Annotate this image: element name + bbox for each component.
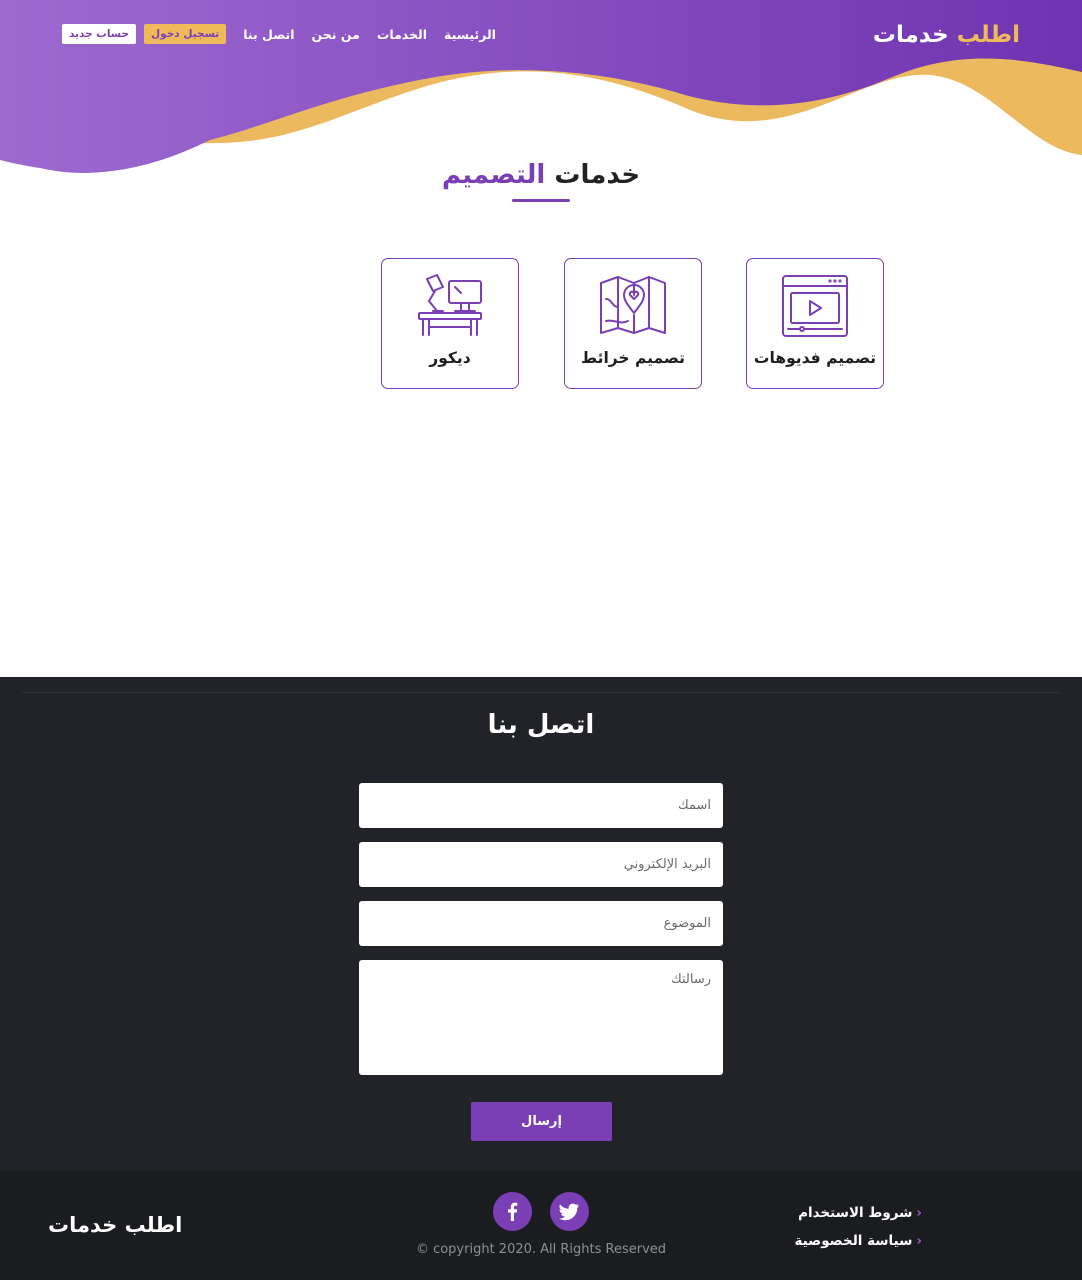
chevron-left-icon: ‹ (916, 1233, 922, 1249)
nav-link-services[interactable]: الخدمات (377, 27, 427, 42)
service-card-label: تصميم خرائط (581, 349, 685, 367)
nav-link-about[interactable]: من نحن (312, 27, 360, 42)
service-card-maps[interactable]: تصميم خرائط (564, 258, 702, 389)
footer-link-label: سياسة الخصوصية (794, 1233, 913, 1249)
register-button[interactable]: حساب جديد (62, 24, 137, 44)
twitter-button[interactable] (550, 1192, 589, 1231)
footer-link-privacy[interactable]: ‹سياسة الخصوصية (794, 1227, 922, 1255)
chevron-left-icon: ‹ (916, 1205, 922, 1221)
map-icon (600, 276, 666, 334)
divider (22, 692, 1060, 693)
main-nav: حساب جديد تسجيل دخول اتصل بنا من نحن الخ… (62, 24, 496, 44)
send-button[interactable]: إرسال (471, 1102, 612, 1141)
service-card-label: تصميم فديوهات (753, 349, 877, 367)
service-card-video[interactable]: تصميم فديوهات (746, 258, 884, 389)
facebook-button[interactable] (493, 1192, 532, 1231)
footer: اطلب خدمات © copyright 2020. All Rights … (0, 1171, 1082, 1280)
footer-link-label: شروط الاستخدام (798, 1205, 913, 1221)
message-textarea[interactable] (359, 960, 723, 1075)
footer-links: ‹شروط الاستخدام ‹سياسة الخصوصية (794, 1199, 922, 1255)
brand-logo[interactable]: اطلب خدمات (873, 22, 1020, 48)
name-input[interactable] (359, 783, 723, 828)
service-card-label: ديكور (429, 349, 471, 367)
title-underline (512, 199, 570, 202)
login-button[interactable]: تسجيل دخول (144, 24, 227, 44)
brand-part-2: خدمات (872, 22, 949, 48)
email-input[interactable] (359, 842, 723, 887)
section-title-part-1: خدمات (554, 160, 641, 190)
nav-link-contact[interactable]: اتصل بنا (243, 27, 294, 42)
desk-lamp-icon (418, 274, 482, 336)
contact-title: اتصل بنا (487, 710, 595, 740)
brand-part-1: اطلب (956, 22, 1020, 48)
facebook-icon (508, 1202, 518, 1221)
section-title: خدمات التصميم (0, 160, 1082, 190)
section-title-part-2: التصميم (441, 160, 546, 190)
nav-link-home[interactable]: الرئيسية (444, 27, 496, 42)
footer-brand[interactable]: اطلب خدمات (48, 1213, 182, 1237)
twitter-icon (558, 1203, 579, 1221)
service-card-decor[interactable]: ديكور (381, 258, 519, 389)
contact-section: اتصل بنا إرسال (0, 677, 1082, 1171)
video-player-icon (782, 275, 848, 337)
subject-input[interactable] (359, 901, 723, 946)
footer-link-terms[interactable]: ‹شروط الاستخدام (794, 1199, 922, 1227)
